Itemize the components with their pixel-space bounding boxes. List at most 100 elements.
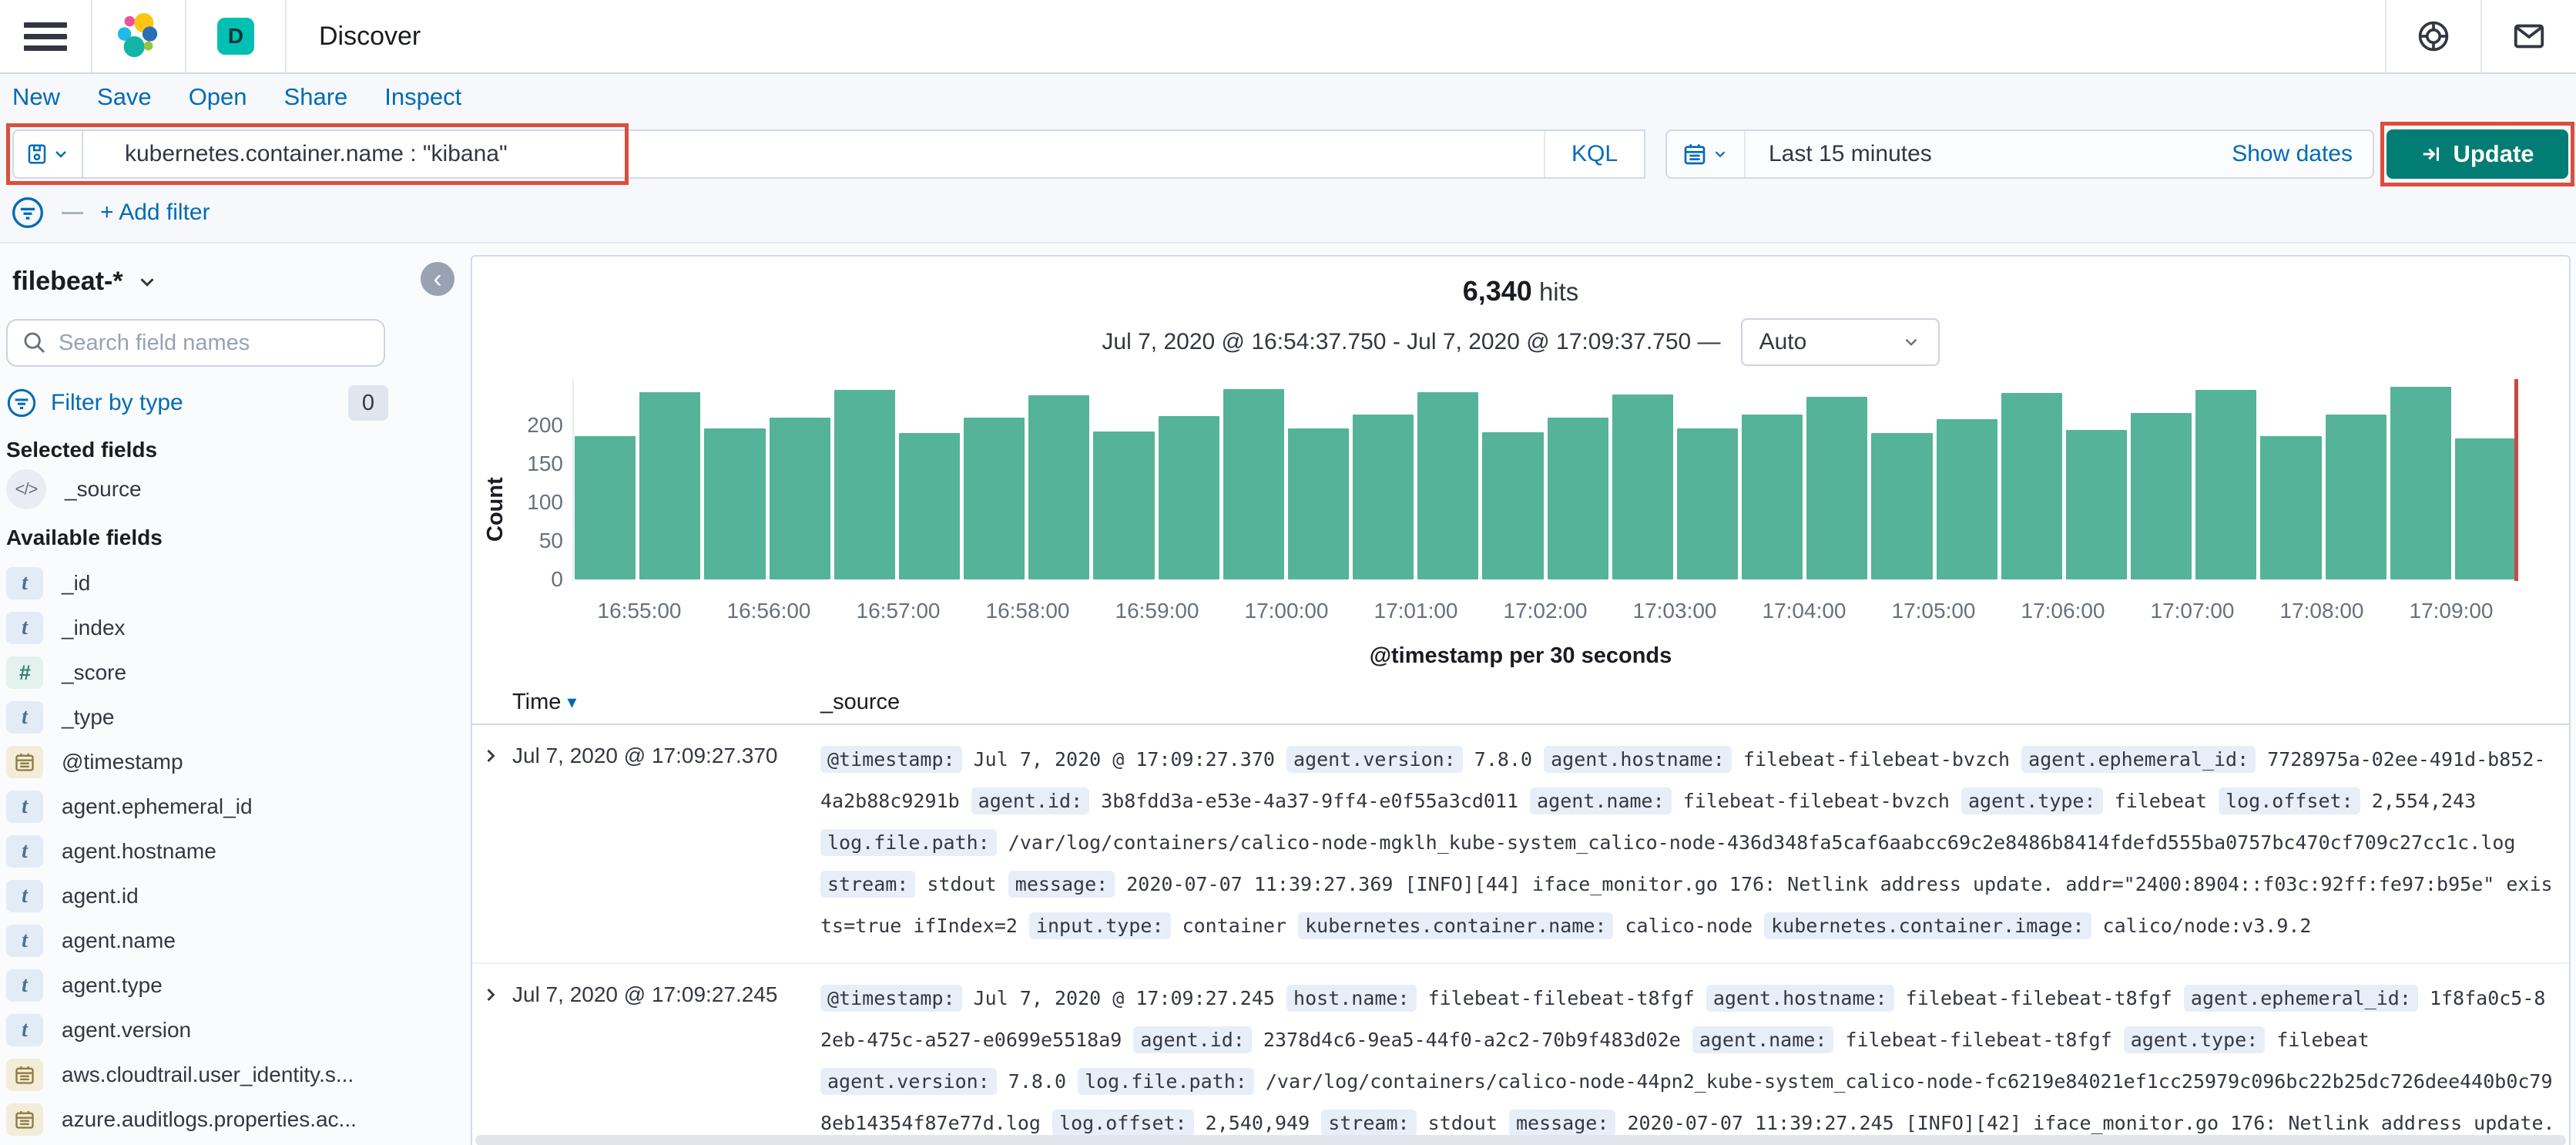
horizontal-scrollbar[interactable] [475,1135,2566,1145]
expand-row-button[interactable] [480,984,501,1009]
histogram-bar-10[interactable] [1223,389,1284,579]
y-tick-0: 0 [551,567,563,591]
add-filter-button[interactable]: + Add filter [100,200,210,226]
source-field-name[interactable]: log.offset: [1052,1110,1194,1137]
field-row-_type[interactable]: t _type [6,695,391,740]
source-field-name[interactable]: agent.hostname: [1706,985,1894,1012]
collapse-sidebar-button[interactable]: ‹ [421,262,454,296]
histogram-bar-6[interactable] [964,418,1025,579]
histogram-bar-20[interactable] [1871,433,1933,579]
toolbar-link-save[interactable]: Save [97,83,152,111]
histogram-bar-12[interactable] [1353,415,1414,579]
field-row-agent.hostname[interactable]: t agent.hostname [6,829,391,874]
source-field-name[interactable]: agent.version: [1286,746,1463,773]
histogram-bar-17[interactable] [1676,428,1739,579]
histogram-bar-15[interactable] [1547,418,1608,579]
histogram-bar-7[interactable] [1028,395,1090,579]
interval-select[interactable]: Auto [1740,318,1940,366]
histogram-bar-23[interactable] [2065,430,2128,579]
histogram-bar-13[interactable] [1417,392,1479,579]
time-range-display[interactable]: Last 15 minutes [1746,141,2232,167]
source-field-name[interactable]: message: [1508,1110,1616,1137]
newsfeed-button[interactable] [2482,0,2576,72]
update-button[interactable]: Update [2386,129,2568,179]
query-text[interactable]: kubernetes.container.name : "kibana" [83,141,1544,167]
toolbar-link-share[interactable]: Share [284,83,348,111]
elastic-logo[interactable] [92,0,185,72]
histogram-bar-11[interactable] [1287,428,1350,579]
source-field-name[interactable]: agent.name: [1692,1026,1834,1053]
histogram-bar-18[interactable] [1742,415,1803,579]
source-field-name[interactable]: agent.type: [1961,787,2103,814]
source-field-name[interactable]: agent.id: [1133,1026,1252,1053]
hamburger-menu-button[interactable] [0,0,91,72]
source-field-name[interactable]: agent.type: [2123,1026,2266,1053]
source-field-name[interactable]: input.type: [1028,912,1171,939]
source-field-name[interactable]: host.name: [1286,985,1417,1012]
histogram-bar-22[interactable] [2001,393,2062,579]
source-field-name[interactable]: agent.hostname: [1544,746,1732,773]
histogram-bar-5[interactable] [898,433,961,579]
source-field-name[interactable]: agent.ephemeral_id: [2183,985,2418,1012]
histogram-bar-2[interactable] [704,428,766,579]
field-row-agent.version[interactable]: t agent.version [6,1008,391,1053]
field-row-_id[interactable]: t _id [6,561,391,606]
source-field-name[interactable]: stream: [820,871,916,898]
histogram-bar-27[interactable] [2325,415,2386,579]
source-field-name[interactable]: agent.ephemeral_id: [2021,746,2256,773]
query-language-button[interactable]: KQL [1543,131,1644,177]
field-row-_score[interactable]: # _score [6,650,391,695]
source-field-name[interactable]: log.file.path: [1078,1068,1254,1095]
show-dates-button[interactable]: Show dates [2232,141,2373,167]
filter-by-type-button[interactable]: Filter by type 0 [6,385,388,421]
source-field-name[interactable]: @timestamp: [820,985,962,1012]
field-search-box[interactable] [6,319,385,367]
histogram-bar-25[interactable] [2195,390,2257,579]
field-row-aws.cloudtrail.user_identity.s...[interactable]: aws.cloudtrail.user_identity.s... [6,1053,391,1097]
toolbar-link-new[interactable]: New [12,83,60,111]
query-input[interactable]: kubernetes.container.name : "kibana" KQL [82,129,1645,179]
index-pattern-switcher[interactable]: filebeat-* [12,267,159,297]
source-field-name[interactable]: agent.name: [1530,787,1672,814]
histogram-bar-9[interactable] [1158,416,1219,579]
field-row-_index[interactable]: t _index [6,606,391,650]
histogram-bar-21[interactable] [1936,419,1997,579]
source-field-name[interactable]: kubernetes.container.name: [1298,912,1614,939]
field-row-_source[interactable]: </> _source [6,467,391,512]
histogram-bar-29[interactable] [2454,438,2517,579]
source-field-name[interactable]: kubernetes.container.image: [1764,912,2091,939]
toolbar-link-open[interactable]: Open [189,83,247,111]
histogram-bar-1[interactable] [639,392,701,579]
saved-query-menu-button[interactable] [12,129,82,179]
field-search-input[interactable] [57,329,384,357]
column-header-time[interactable]: Time ▾ [512,690,576,715]
field-row-agent.name[interactable]: t agent.name [6,918,391,963]
field-row-agent.ephemeral_id[interactable]: t agent.ephemeral_id [6,784,391,829]
histogram-bar-19[interactable] [1806,397,1868,579]
histogram-bar-26[interactable] [2260,436,2322,579]
source-field-name[interactable]: message: [1008,871,1115,898]
histogram-bar-4[interactable] [834,390,895,579]
source-field-name[interactable]: agent.version: [820,1068,997,1095]
field-row-agent.id[interactable]: t agent.id [6,874,391,918]
histogram-bar-8[interactable] [1093,431,1155,579]
source-field-name[interactable]: agent.id: [971,787,1090,814]
source-field-name[interactable]: log.file.path: [820,829,997,856]
field-row-azure.auditlogs.properties.ac...[interactable]: azure.auditlogs.properties.ac... [6,1097,391,1142]
field-row-@timestamp[interactable]: @timestamp [6,740,391,784]
source-field-name[interactable]: log.offset: [2219,787,2360,814]
filter-icon[interactable] [11,196,45,230]
help-button[interactable] [2386,0,2480,72]
histogram-bar-0[interactable] [575,436,636,579]
quick-select-date-button[interactable] [1667,131,1746,177]
histogram-bar-28[interactable] [2390,387,2451,579]
toolbar-link-inspect[interactable]: Inspect [384,83,461,111]
histogram-bar-3[interactable] [769,418,830,579]
source-field-name[interactable]: @timestamp: [820,746,962,773]
histogram-bar-14[interactable] [1482,432,1544,579]
field-row-agent.type[interactable]: t agent.type [6,963,391,1008]
source-field-name[interactable]: stream: [1321,1110,1417,1137]
histogram-bar-24[interactable] [2131,413,2192,579]
histogram-bar-16[interactable] [1612,395,1673,579]
expand-row-button[interactable] [480,745,501,771]
